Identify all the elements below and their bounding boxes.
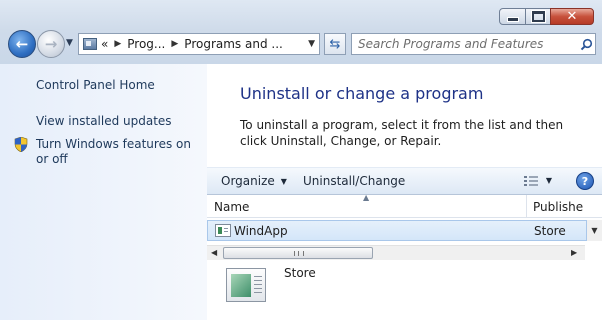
grip-icon <box>294 251 304 256</box>
maximize-button[interactable] <box>525 8 551 25</box>
close-button[interactable]: ✕ <box>550 8 594 25</box>
breadcrumb-programs-and-features[interactable]: Programs and ... <box>184 37 283 51</box>
scroll-left-icon[interactable]: ◀ <box>211 246 217 260</box>
maximize-icon <box>530 10 546 23</box>
chevron-down-icon: ▼ <box>66 38 73 48</box>
publisher-icon <box>226 268 266 302</box>
minimize-button[interactable] <box>499 8 526 25</box>
main-content: Uninstall or change a program To uninsta… <box>207 64 602 320</box>
caption-buttons: ✕ <box>499 8 594 25</box>
close-icon: ✕ <box>566 9 578 24</box>
views-dropdown-icon[interactable]: ▼ <box>546 176 552 185</box>
search-box <box>351 33 596 55</box>
scroll-right-icon[interactable]: ▶ <box>571 246 577 260</box>
help-button[interactable]: ? <box>576 172 594 190</box>
search-icon[interactable] <box>577 38 595 51</box>
details-view-icon <box>524 176 538 186</box>
breadcrumb-separator-icon[interactable]: ▶ <box>114 39 121 49</box>
uac-shield-icon <box>14 136 28 155</box>
details-pane: Store <box>207 260 602 320</box>
navigation-bar: ← → ▼ « ▶ Prog... ▶ Programs and ... ▼ ⇆ <box>6 29 596 61</box>
forward-button[interactable]: → <box>37 30 65 58</box>
column-header-name[interactable]: Name <box>214 200 249 214</box>
search-input[interactable] <box>352 35 577 53</box>
back-arrow-icon: ← <box>15 35 29 53</box>
table-row[interactable]: WindApp Store <box>207 220 587 241</box>
app-icon <box>215 224 231 237</box>
uninstall-change-button[interactable]: Uninstall/Change <box>303 174 405 188</box>
control-panel-icon <box>83 38 97 50</box>
program-publisher: Store <box>534 224 566 238</box>
organize-label: Organize <box>221 174 275 188</box>
address-dropdown-icon[interactable]: ▼ <box>308 39 315 49</box>
column-header-publisher[interactable]: Publishe <box>533 200 583 214</box>
column-divider[interactable] <box>526 195 527 217</box>
forward-arrow-icon: → <box>44 35 58 53</box>
refresh-button[interactable]: ⇆ <box>324 33 346 55</box>
organize-button[interactable]: Organize ▼ <box>221 174 287 188</box>
address-overflow[interactable]: « <box>101 37 108 51</box>
address-bar[interactable]: « ▶ Prog... ▶ Programs and ... ▼ <box>78 33 320 55</box>
sort-ascending-icon: ▲ <box>363 193 370 202</box>
views-button[interactable] <box>524 176 538 190</box>
program-name: WindApp <box>234 224 288 238</box>
breadcrumb-separator-icon[interactable]: ▶ <box>171 39 178 49</box>
vertical-scrollbar[interactable]: ▼ <box>587 220 602 241</box>
sidebar-item-control-panel-home[interactable]: Control Panel Home <box>36 78 201 93</box>
sidebar-item-turn-windows-features[interactable]: Turn Windows features on or off <box>36 137 201 167</box>
page-title: Uninstall or change a program <box>240 84 484 103</box>
minimize-icon <box>506 16 519 22</box>
breadcrumb-programs[interactable]: Prog... <box>127 37 165 51</box>
chevron-down-icon: ▼ <box>280 177 287 186</box>
refresh-icon: ⇆ <box>329 36 341 52</box>
list-column-header: ▲ Name Publishe <box>207 193 602 218</box>
sidebar-item-view-installed-updates[interactable]: View installed updates <box>36 114 201 129</box>
back-button[interactable]: ← <box>8 30 36 58</box>
scroll-down-icon: ▼ <box>591 226 598 235</box>
page-description: To uninstall a program, select it from t… <box>240 118 564 148</box>
tasks-pane: Control Panel Home View installed update… <box>0 64 207 320</box>
details-publisher-name: Store <box>284 266 316 280</box>
programs-and-features-window: ✕ ← → ▼ « ▶ Prog... ▶ Programs and ... ▼… <box>0 0 602 320</box>
horizontal-scroll-thumb[interactable] <box>223 247 373 259</box>
horizontal-scrollbar[interactable]: ◀ ▶ <box>207 245 585 260</box>
command-bar: Organize ▼ Uninstall/Change ▼ ? <box>207 167 602 195</box>
recent-pages-dropdown[interactable]: ▼ <box>66 38 73 48</box>
